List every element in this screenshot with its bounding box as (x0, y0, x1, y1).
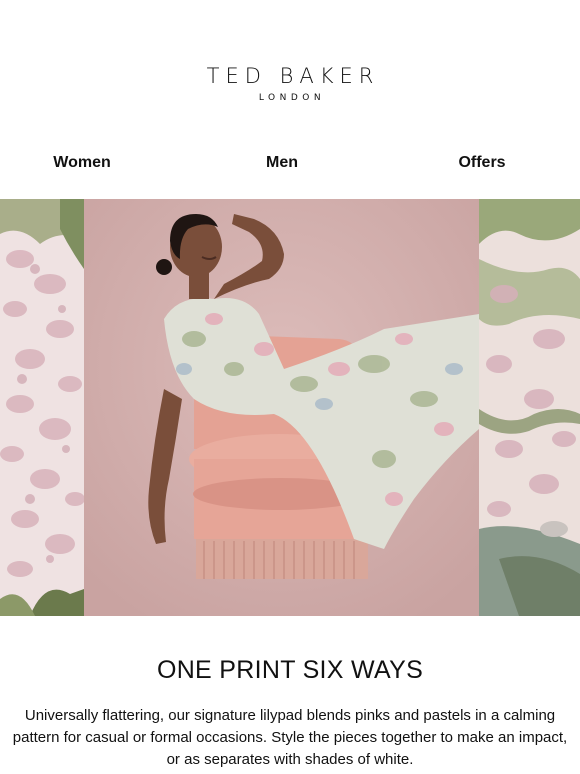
body-copy: Universally flattering, our signature li… (12, 707, 568, 768)
nav-women-link[interactable]: Women (53, 154, 110, 172)
main-nav: Women Men Offers (0, 154, 580, 178)
brand-subtitle: LONDON (258, 93, 326, 103)
floral-print-right-image (479, 199, 580, 616)
brand-logo[interactable]: TED BAKER LONDON (0, 64, 580, 103)
nav-men-link[interactable]: Men (266, 154, 298, 172)
brand-name: TED BAKER (206, 64, 380, 88)
nav-offers-link[interactable]: Offers (458, 154, 505, 172)
model-photo (84, 199, 479, 616)
headline: ONE PRINT SIX WAYS (156, 656, 424, 684)
floral-print-left-image (0, 199, 84, 616)
hero-banner[interactable] (0, 199, 580, 616)
